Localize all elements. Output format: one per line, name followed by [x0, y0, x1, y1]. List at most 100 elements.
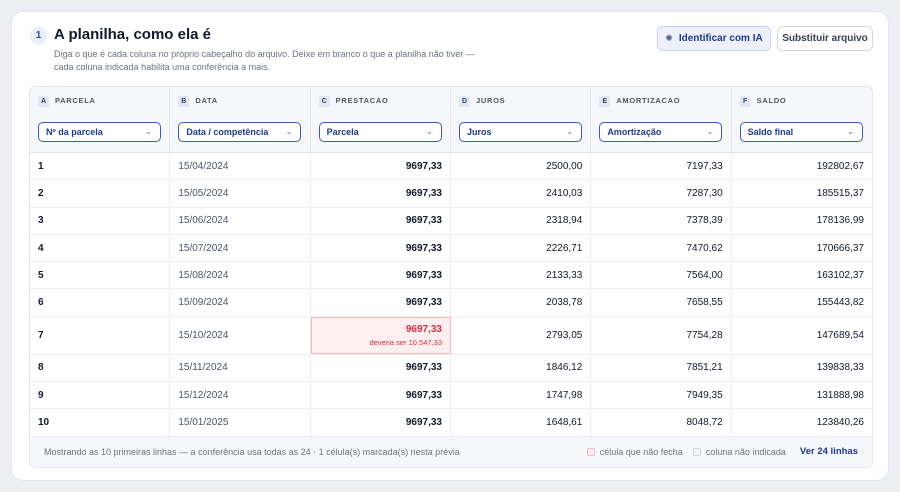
chevron-down-icon: ⌄	[706, 127, 714, 136]
table-cell: 3	[30, 207, 171, 234]
column-mapping-value: Juros	[466, 127, 492, 137]
column-header: D JUROS Juros ⌄	[451, 87, 592, 152]
table-cell: 10	[30, 409, 171, 436]
table-cell: 1846,12	[451, 354, 592, 382]
flagged-value: 9697,33	[405, 323, 442, 335]
table-cell: 8	[30, 354, 171, 382]
column-mapping-select[interactable]: Juros ⌄	[458, 122, 582, 142]
table-cell: 9697,33	[311, 409, 451, 436]
column-mapping-select[interactable]: Nº da parcela ⌄	[38, 122, 161, 142]
table-cell: 15/04/2024	[170, 153, 311, 180]
table-cell: 9	[30, 382, 171, 409]
table-cell: 9697,33	[311, 180, 451, 207]
table-body: 1 15/04/2024 9697,33 2500,00 7197,33 192802,6…	[30, 153, 872, 437]
column-name: PARCELA	[55, 96, 96, 105]
table-cell: 2410,03	[451, 180, 592, 207]
column-header: E AMORTIZACAO Amortização ⌄	[591, 87, 732, 152]
legend-unmapped: coluna não indicada	[692, 446, 786, 457]
column-letter: D	[458, 96, 470, 107]
table-cell: 2226,71	[451, 234, 592, 262]
table-cell: 15/01/2025	[170, 409, 311, 436]
legend-bad-label: célula que não fecha	[599, 446, 683, 457]
table-cell: 2133,33	[451, 262, 592, 289]
table-cell: 2	[30, 180, 171, 207]
column-mapping-value: Parcela	[326, 127, 359, 137]
column-name: JUROS	[475, 96, 506, 105]
column-letter: F	[739, 96, 751, 107]
table-footer: Mostrando as 10 primeiras linhas — a con…	[30, 436, 872, 467]
table-cell: 163102,37	[816, 269, 864, 281]
legend-unmapped-label: coluna não indicada	[705, 446, 786, 457]
table-cell: 9697,33	[311, 207, 451, 234]
table-cell: 9697,33	[311, 234, 451, 262]
table-cell: 7949,35	[591, 382, 732, 409]
column-mapping-value: Data / competência	[186, 127, 269, 137]
spreadsheet-card: 1 A planilha, como ela é Diga o que é ca…	[11, 11, 889, 481]
table-cell: 9697,33	[311, 153, 451, 180]
table-cell: 15/06/2024	[170, 207, 311, 234]
table-cell: 4	[30, 234, 171, 262]
table-cell: 7287,30	[591, 180, 732, 207]
table-cell: 192802,67	[816, 160, 864, 172]
table-cell: 170666,37	[816, 242, 864, 254]
chevron-down-icon: ⌄	[425, 127, 433, 136]
table-row: 6 15/09/2024 9697,33 2038,78 7658,55 155443,8…	[30, 289, 872, 317]
sparkle-icon: ✺	[665, 33, 673, 43]
column-header: F SALDO Saldo final ⌄	[732, 87, 872, 152]
table-cell: 9697,33	[311, 354, 451, 382]
table-cell: 131888,98	[816, 389, 864, 401]
table-row: 1 15/04/2024 9697,33 2500,00 7197,33 192802,6…	[30, 153, 872, 181]
identify-ai-button[interactable]: ✺ Identificar com IA	[657, 26, 771, 51]
column-mapping-value: Amortização	[607, 127, 662, 137]
chevron-down-icon: ⌄	[285, 127, 293, 136]
table-cell: 139838,33	[816, 362, 864, 374]
column-letter: A	[38, 96, 49, 107]
table-cell: 7378,39	[591, 207, 732, 234]
table-cell: 185515,37	[816, 187, 864, 199]
table-cell: 15/08/2024	[170, 262, 311, 289]
table-cell: 7564,00	[591, 262, 732, 289]
table-cell: 1747,98	[451, 382, 592, 409]
table-cell: 9697,33	[311, 262, 451, 289]
column-mapping-select[interactable]: Saldo final ⌄	[739, 122, 863, 142]
table-cell: 1648,61	[451, 409, 592, 436]
column-name: SALDO	[756, 96, 787, 105]
column-mapping-select[interactable]: Amortização ⌄	[599, 122, 723, 142]
chevron-down-icon: ⌄	[566, 127, 573, 136]
table-cell: 2500,00	[451, 153, 592, 180]
table-cell: 1	[30, 153, 171, 180]
column-name: AMORTIZACAO	[616, 96, 681, 105]
table-cell: 2038,78	[451, 289, 592, 316]
table-cell: 155443,82	[816, 297, 864, 309]
table-row: 3 15/06/2024 9697,33 2318,94 7378,39 178136,9…	[30, 207, 872, 235]
legend-bad-cell: célula que não fecha	[586, 446, 683, 457]
table-cell: 5	[30, 262, 171, 289]
table-cell: 7470,62	[591, 234, 732, 262]
table-cell: 15/09/2024	[170, 289, 311, 316]
table-cell: 7	[30, 316, 171, 354]
replace-file-button[interactable]: Substituir arquivo	[777, 26, 873, 51]
column-name: PRESTACAO	[335, 96, 389, 105]
page-title: A planilha, como ela é	[54, 26, 211, 43]
table-row: 8 15/11/2024 9697,33 1846,12 7851,21 139838,3…	[30, 354, 872, 383]
expected-value-hint: deveria ser 10.547,33	[369, 337, 442, 347]
column-mapping-select[interactable]: Data / competência ⌄	[178, 122, 302, 142]
chevron-down-icon: ⌄	[145, 127, 152, 136]
table-row: 5 15/08/2024 9697,33 2133,33 7564,00 163102,3…	[30, 262, 872, 290]
table-row: 9 15/12/2024 9697,33 1747,98 7949,35 131888,9…	[30, 382, 872, 410]
column-mapping-select[interactable]: Parcela ⌄	[318, 122, 442, 142]
table-row: 4 15/07/2024 9697,33 2226,71 7470,62 170666,3…	[30, 234, 872, 263]
table-cell: 8048,72	[591, 409, 732, 436]
table-cell: 123840,26	[816, 417, 864, 429]
table-cell: 2318,94	[451, 207, 592, 234]
table-cell: 7754,28	[591, 316, 732, 354]
view-all-rows-link[interactable]: Ver 24 linhas	[800, 446, 858, 457]
column-header: A PARCELA Nº da parcela ⌄	[30, 87, 171, 152]
identify-ai-label: Identificar com IA	[678, 33, 763, 44]
preview-note: Mostrando as 10 primeiras linhas — a con…	[44, 446, 460, 457]
table-cell: 7658,55	[591, 289, 732, 316]
chevron-down-icon: ⌄	[846, 127, 854, 136]
flagged-cell: 9697,33 deveria ser 10.547,33	[310, 316, 451, 354]
column-letter: B	[178, 96, 190, 107]
column-mapping-value: Saldo final	[747, 127, 794, 137]
